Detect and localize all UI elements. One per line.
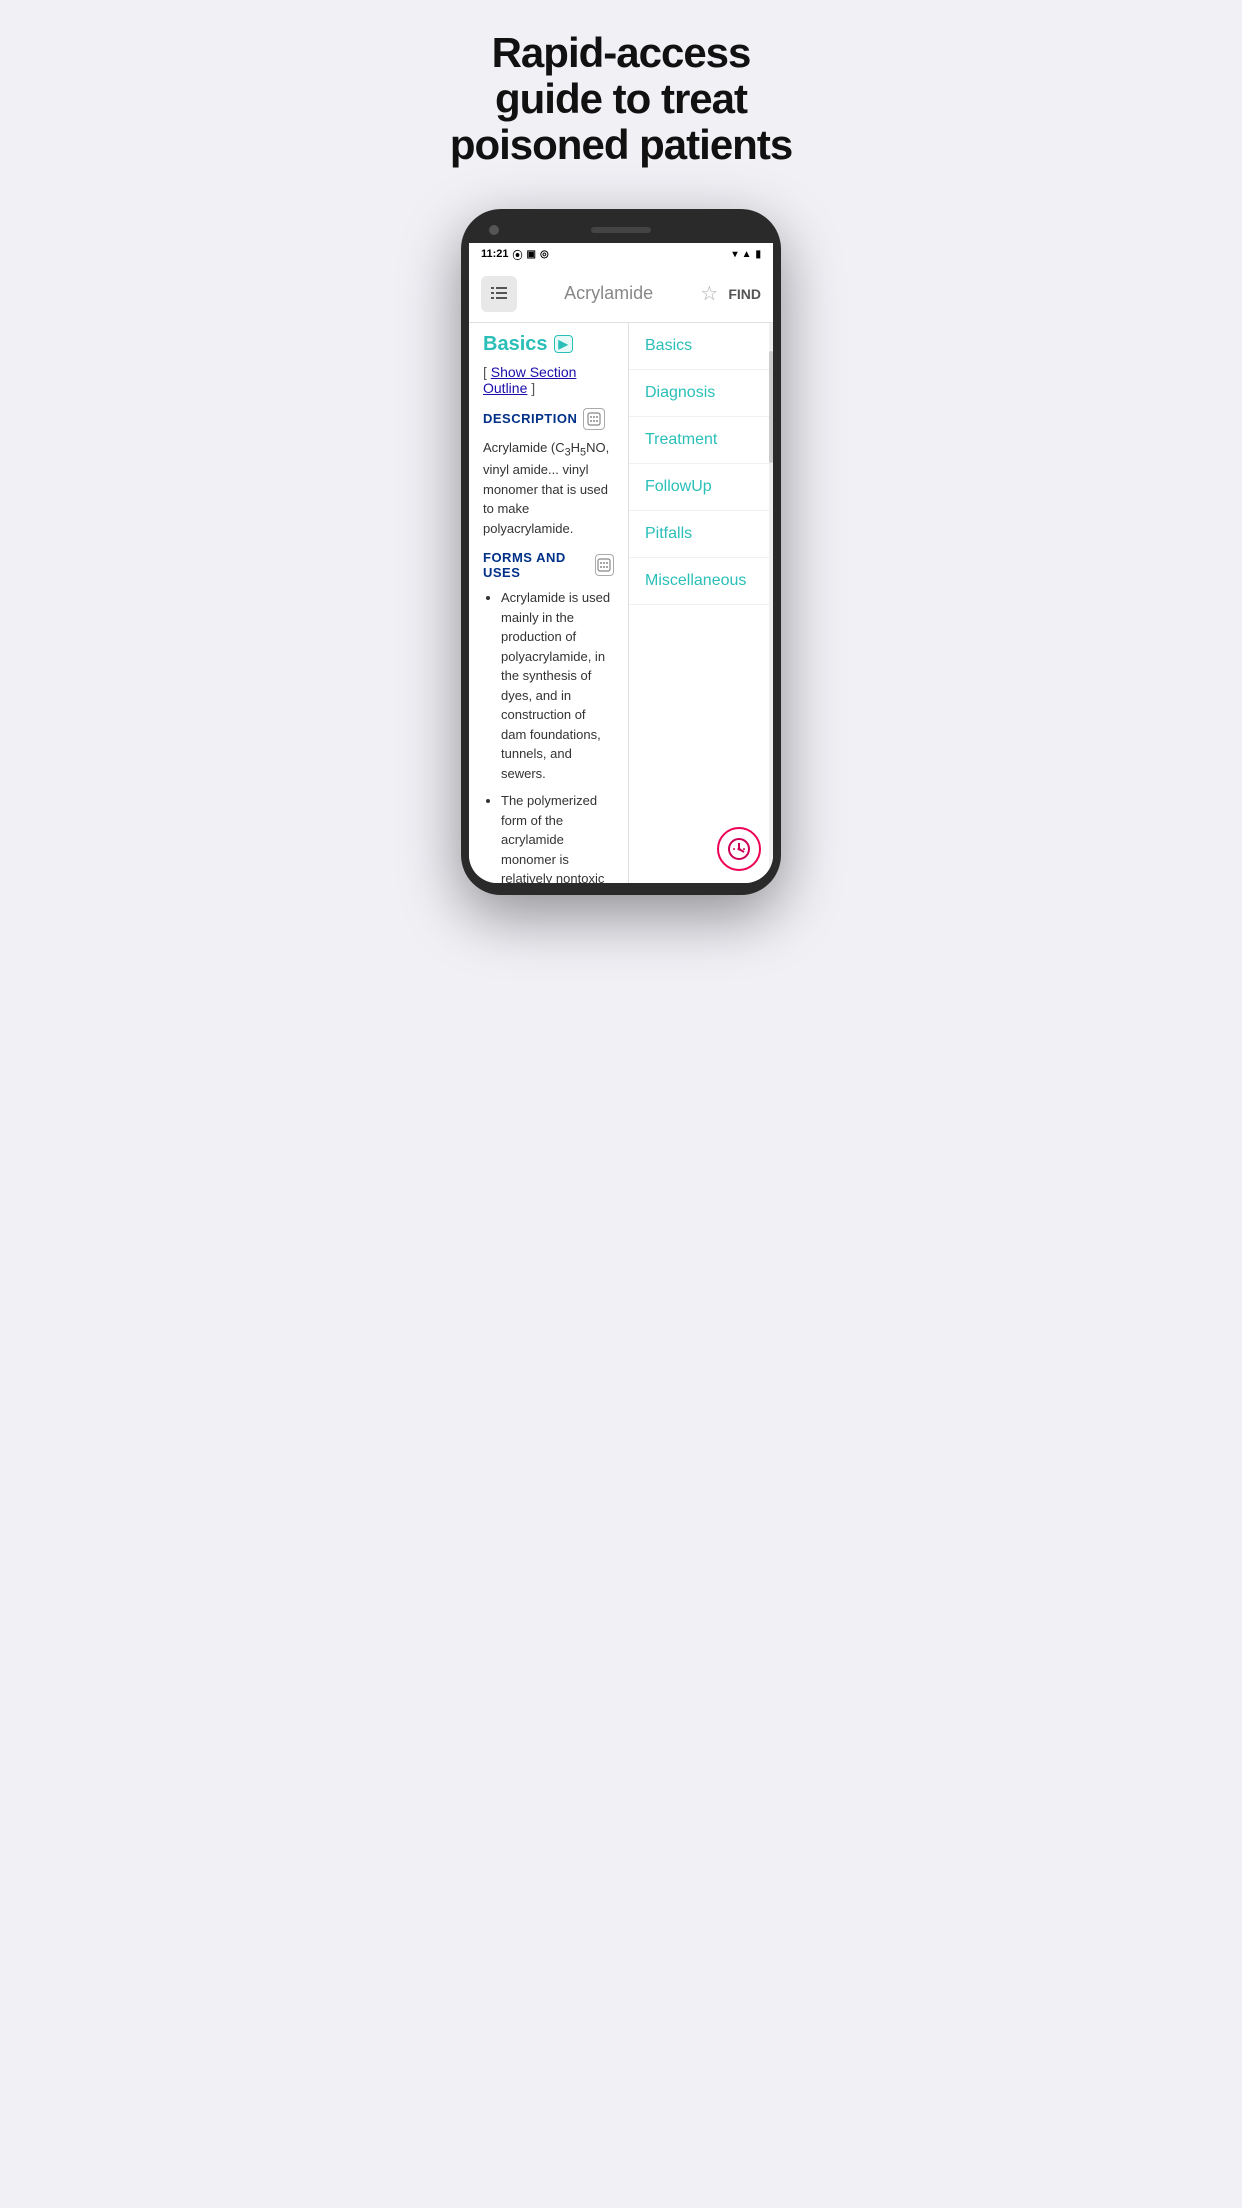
page-wrapper: Rapid-access guide to treat poisoned pat… [414, 0, 828, 925]
status-time: 11:21 [481, 248, 509, 260]
basics-heading: Basics ▶ [483, 333, 614, 356]
app-title: Acrylamide [525, 283, 692, 304]
forms-label: FORMS AND USES [483, 550, 589, 580]
outline-suffix: ] [531, 380, 535, 396]
nav-basics[interactable]: Basics [629, 323, 773, 370]
hero-section: Rapid-access guide to treat poisoned pat… [414, 0, 828, 189]
nav-pitfalls[interactable]: Pitfalls [629, 511, 773, 558]
list-icon [489, 284, 509, 304]
phone-mockup: 11:21 ⦿ ▣ ◎ ▾ ▲ ▮ [461, 209, 781, 895]
nav-treatment[interactable]: Treatment [629, 417, 773, 464]
status-right: ▾ ▲ ▮ [733, 249, 761, 260]
app-header: Acrylamide ☆ FIND [469, 266, 773, 323]
description-label: DESCRIPTION [483, 411, 577, 426]
basics-label[interactable]: Basics [483, 333, 548, 356]
content-area: Basics ▶ [ Show Section Outline ] DESCRI… [469, 323, 773, 883]
forms-bullet-list: Acrylamide is used mainly in the product… [483, 588, 614, 882]
vpn-icon: ◎ [540, 249, 549, 260]
phone-wrapper: 11:21 ⦿ ▣ ◎ ▾ ▲ ▮ [414, 189, 828, 925]
sim-icon: ▣ [527, 249, 536, 260]
status-left: 11:21 ⦿ ▣ ◎ [481, 247, 549, 262]
description-icon[interactable] [583, 408, 605, 430]
star-button[interactable]: ☆ [700, 281, 718, 306]
section-outline-container: [ Show Section Outline ] [483, 364, 614, 396]
nav-followup[interactable]: FollowUp [629, 464, 773, 511]
bullet-item-1: Acrylamide is used mainly in the product… [501, 588, 614, 783]
signal-icon: ▲ [742, 249, 752, 260]
forms-heading: FORMS AND USES [483, 550, 614, 580]
show-section-outline-link[interactable]: Show Section Outline [483, 364, 576, 396]
app-logo[interactable] [481, 276, 517, 312]
scroll-thumb [769, 351, 773, 463]
nav-miscellaneous[interactable]: Miscellaneous [629, 558, 773, 605]
bullet-item-2: The polymerized form of the acrylamide m… [501, 791, 614, 882]
hero-title: Rapid-access guide to treat poisoned pat… [434, 30, 808, 169]
front-camera [489, 225, 499, 235]
forms-icon[interactable] [595, 554, 614, 576]
speaker [591, 227, 651, 233]
nav-diagnosis[interactable]: Diagnosis [629, 370, 773, 417]
find-button[interactable]: FIND [728, 286, 761, 302]
app-header-actions: ☆ FIND [700, 281, 761, 306]
nav-overlay-menu: Basics Diagnosis Treatment FollowUp Pitf… [628, 323, 773, 883]
fab-button[interactable] [717, 827, 761, 871]
battery-icon: ▮ [755, 249, 761, 260]
wifi-icon: ▾ [733, 249, 738, 260]
main-content: Basics ▶ [ Show Section Outline ] DESCRI… [469, 323, 628, 883]
basics-arrow-icon: ▶ [554, 335, 573, 353]
outline-prefix: [ [483, 364, 487, 380]
description-text: Acrylamide (C3H5NO, vinyl amide... vinyl… [483, 438, 614, 539]
description-heading: DESCRIPTION [483, 408, 614, 430]
status-bar: 11:21 ⦿ ▣ ◎ ▾ ▲ ▮ [469, 243, 773, 266]
app-screen: Acrylamide ☆ FIND Basics ▶ [469, 266, 773, 883]
fab-icon [727, 837, 751, 861]
scroll-indicator [769, 323, 773, 883]
phone-top [469, 221, 773, 243]
location-icon: ⦿ [513, 247, 523, 262]
